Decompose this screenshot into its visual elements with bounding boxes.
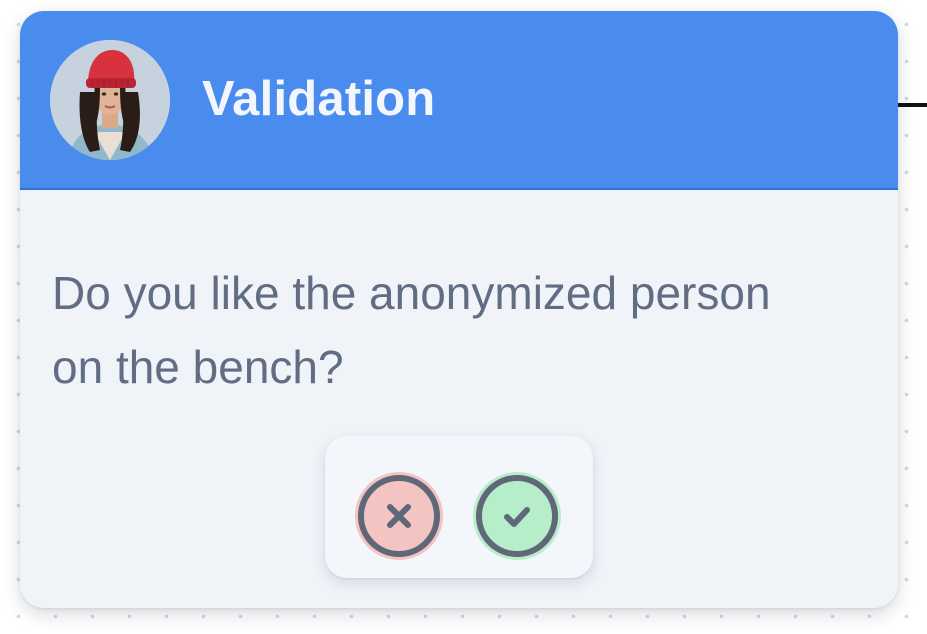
validation-node-card[interactable]: Validation Do you like the anonymized pe… — [20, 11, 898, 608]
card-title: Validation — [202, 72, 436, 126]
avatar-photo-icon — [50, 40, 170, 160]
action-panel — [325, 436, 593, 578]
checkmark-icon — [476, 475, 558, 557]
close-icon — [358, 475, 440, 557]
avatar — [50, 40, 170, 160]
card-header: Validation — [20, 11, 898, 190]
accept-button[interactable] — [473, 472, 561, 560]
reject-button[interactable] — [355, 472, 443, 560]
card-message: Do you like the anonymized person on the… — [52, 267, 771, 393]
